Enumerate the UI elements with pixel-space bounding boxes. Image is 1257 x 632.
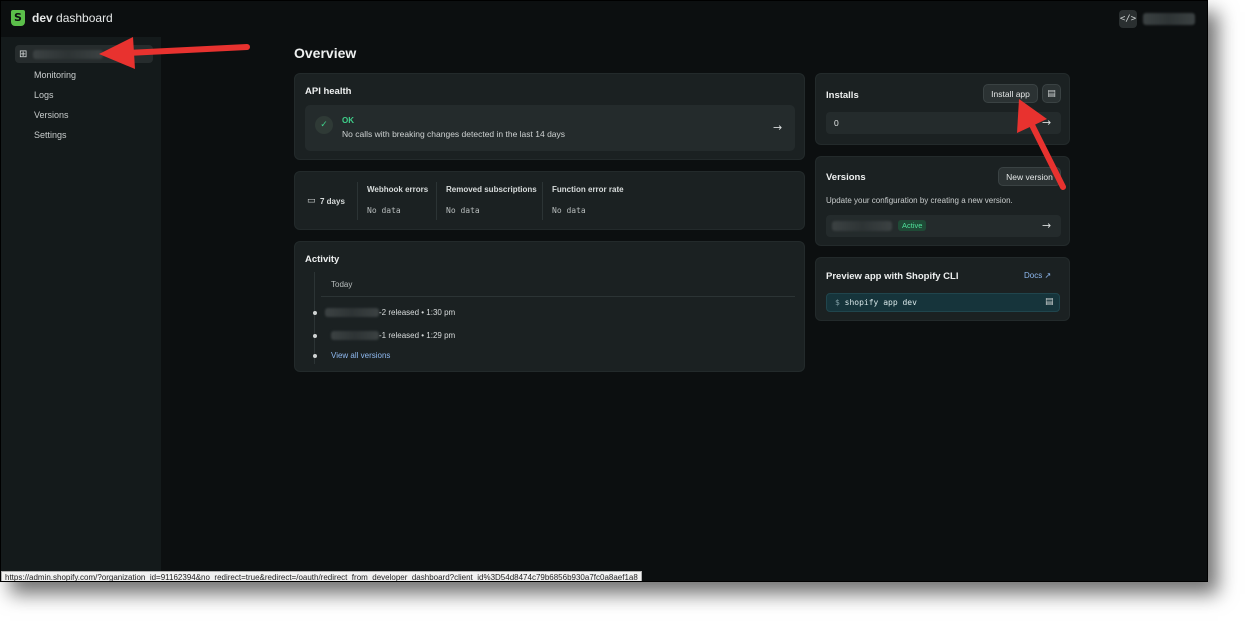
annotation-arrow-left — [99, 37, 250, 69]
app-window: dev dashboard </> ⊞ Monitoring Logs Vers… — [0, 0, 1208, 582]
annotation-arrow-right — [1017, 99, 1066, 190]
annotation-arrows — [99, 37, 1066, 190]
